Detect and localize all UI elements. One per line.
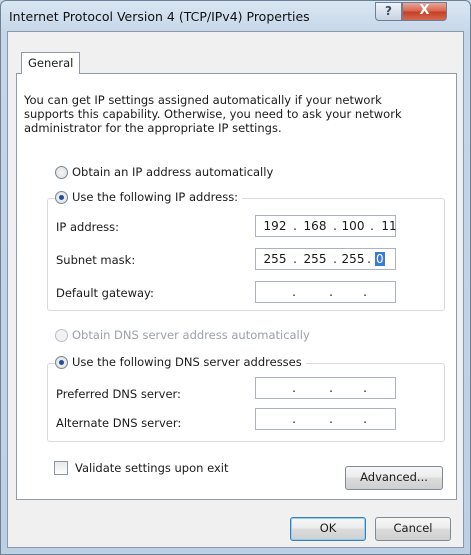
alternate-dns-field[interactable]: . . . [255, 408, 396, 430]
tab-general[interactable]: General [21, 52, 80, 74]
obtain-dns-auto-radio[interactable] [55, 329, 68, 342]
ip-address-label: IP address: [56, 220, 120, 234]
gateway-dot: . [292, 285, 296, 299]
validate-checkbox[interactable] [54, 461, 68, 475]
alternate-dns-dot: . [363, 412, 367, 426]
ip-octet-1: 192 [263, 219, 287, 233]
title-bar[interactable]: Internet Protocol Version 4 (TCP/IPv4) P… [1, 1, 470, 31]
preferred-dns-dot: . [292, 381, 296, 395]
subnet-octet-1: 255 [263, 252, 287, 266]
cancel-button[interactable]: Cancel [375, 517, 451, 541]
intro-text: You can get IP settings assigned automat… [24, 93, 402, 135]
use-dns-radio[interactable] [55, 356, 68, 369]
subnet-octet-4: 0 [375, 252, 385, 266]
gateway-dot: . [329, 285, 333, 299]
ip-octet-4: 11 [381, 219, 397, 233]
default-gateway-field[interactable]: . . . [255, 281, 396, 303]
preferred-dns-field[interactable]: . . . [255, 377, 396, 399]
obtain-ip-auto-radio[interactable] [55, 166, 68, 179]
help-button[interactable]: ? [375, 2, 402, 21]
ip-octet-2: 168 [303, 219, 327, 233]
default-gateway-label: Default gateway: [56, 286, 154, 300]
use-dns-label[interactable]: Use the following DNS server addresses [68, 355, 306, 369]
ip-dot: . [293, 219, 297, 233]
subnet-mask-field[interactable]: 255 . 255 . 255 . 0 [255, 248, 396, 270]
ok-button[interactable]: OK [290, 517, 366, 541]
subnet-octet-2: 255 [303, 252, 327, 266]
obtain-dns-auto-label[interactable]: Obtain DNS server address automatically [72, 328, 310, 342]
close-button[interactable]: X [402, 2, 447, 21]
tab-general-label: General [28, 56, 74, 70]
subnet-octet-3: 255 [341, 252, 365, 266]
preferred-dns-label: Preferred DNS server: [56, 387, 181, 401]
preferred-dns-dot: . [329, 381, 333, 395]
obtain-ip-auto-label[interactable]: Obtain an IP address automatically [72, 165, 273, 179]
alternate-dns-dot: . [292, 412, 296, 426]
subnet-dot: . [293, 252, 297, 266]
subnet-mask-label: Subnet mask: [56, 253, 136, 267]
gateway-dot: . [363, 285, 367, 299]
validate-label[interactable]: Validate settings upon exit [75, 461, 228, 475]
window-title: Internet Protocol Version 4 (TCP/IPv4) P… [9, 9, 310, 24]
preferred-dns-dot: . [363, 381, 367, 395]
advanced-button[interactable]: Advanced... [345, 466, 443, 490]
subnet-dot: . [367, 252, 371, 266]
dialog-window: Internet Protocol Version 4 (TCP/IPv4) P… [0, 0, 471, 555]
alternate-dns-dot: . [329, 412, 333, 426]
alternate-dns-label: Alternate DNS server: [56, 416, 182, 430]
ip-address-field[interactable]: 192 . 168 . 100 . 11 [255, 215, 397, 237]
use-ip-radio[interactable] [55, 191, 68, 204]
ip-octet-3: 100 [341, 219, 365, 233]
use-ip-label[interactable]: Use the following IP address: [68, 190, 243, 204]
dns-group [47, 363, 445, 442]
